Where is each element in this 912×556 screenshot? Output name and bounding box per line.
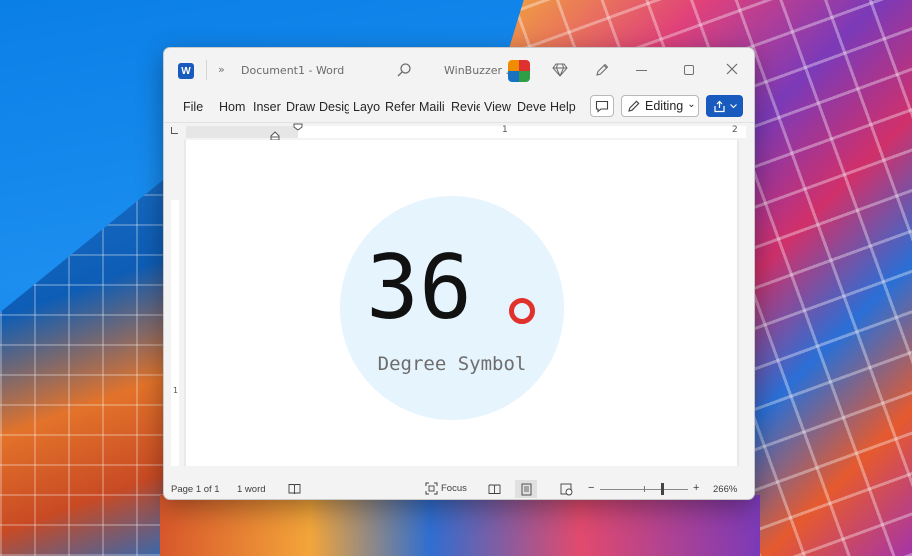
- zoom-slider-center-tick: [644, 486, 645, 492]
- zoom-slider-thumb[interactable]: [661, 483, 664, 495]
- share-button[interactable]: [706, 95, 743, 117]
- vertical-ruler[interactable]: 1: [164, 140, 184, 466]
- tab-home[interactable]: Hom: [219, 100, 249, 114]
- read-mode-button[interactable]: [483, 480, 505, 498]
- close-icon[interactable]: [724, 61, 740, 77]
- chevron-down-icon: ⌄: [687, 98, 696, 110]
- tab-selector-icon[interactable]: [171, 127, 178, 134]
- focus-label: Focus: [441, 483, 467, 494]
- tab-file[interactable]: File: [183, 100, 209, 114]
- tab-draw[interactable]: Draw: [286, 100, 316, 114]
- desktop-wallpaper-bottom: [160, 495, 760, 556]
- zoom-out-button[interactable]: −: [588, 482, 594, 494]
- pen-icon[interactable]: [594, 62, 610, 78]
- title-separator: [206, 60, 207, 80]
- editing-mode-label: Editing: [645, 99, 684, 113]
- quick-access-more-button[interactable]: »: [218, 63, 225, 76]
- ribbon-tabs: File Hom Inser Draw Desig Layo Refer Mai…: [164, 92, 754, 122]
- ruler-label: 2: [732, 125, 738, 135]
- zoom-in-button[interactable]: +: [693, 482, 699, 494]
- print-layout-icon: [521, 483, 531, 495]
- editing-mode-button[interactable]: Editing ⌄: [621, 95, 699, 117]
- vertical-scrollbar[interactable]: [741, 140, 754, 466]
- print-layout-button[interactable]: [515, 480, 537, 498]
- zoom-level[interactable]: 266%: [713, 484, 737, 495]
- ruler-margin: [186, 126, 298, 138]
- avatar[interactable]: [508, 60, 530, 82]
- document-title[interactable]: Document1 - Word: [241, 64, 344, 77]
- comment-icon: [595, 100, 609, 113]
- caption-text[interactable]: Degree Symbol: [350, 353, 554, 375]
- pencil-icon: [628, 100, 640, 112]
- word-window: W » Document1 - Word WinBuzzer . File Ho…: [163, 47, 755, 500]
- word-logo-icon: W: [178, 63, 194, 79]
- search-icon[interactable]: [396, 62, 412, 78]
- minimize-icon[interactable]: [636, 70, 647, 71]
- web-layout-icon: [560, 483, 572, 495]
- vertical-ruler-label: 1: [173, 386, 179, 395]
- tab-layout[interactable]: Layo: [353, 100, 382, 114]
- comments-button[interactable]: [590, 95, 614, 117]
- read-mode-icon: [488, 484, 500, 494]
- web-layout-button[interactable]: [555, 480, 577, 498]
- tab-developer[interactable]: Deve: [517, 100, 547, 114]
- degree-symbol-icon: [509, 298, 535, 324]
- tab-design[interactable]: Desig: [319, 100, 349, 114]
- tab-help[interactable]: Help: [550, 100, 580, 114]
- status-bar: Page 1 of 1 1 word Focus − + 266%: [164, 478, 754, 499]
- chevron-down-icon: [729, 103, 737, 108]
- tab-references[interactable]: Refer: [385, 100, 415, 114]
- focus-icon: [425, 482, 438, 495]
- account-name[interactable]: WinBuzzer .: [444, 64, 509, 77]
- word-count[interactable]: 1 word: [237, 484, 266, 495]
- title-bar: W » Document1 - Word WinBuzzer .: [164, 48, 754, 92]
- first-line-indent-icon[interactable]: [293, 123, 303, 131]
- diamond-icon[interactable]: [552, 62, 568, 78]
- tab-review[interactable]: Revie: [451, 100, 480, 114]
- page-count[interactable]: Page 1 of 1: [171, 484, 220, 495]
- tab-mailings[interactable]: Maili: [419, 100, 447, 114]
- ruler-label: 1: [502, 125, 508, 135]
- share-icon: [713, 100, 725, 112]
- tab-insert[interactable]: Inser: [253, 100, 283, 114]
- vertical-ruler-track: [171, 200, 179, 466]
- tab-view[interactable]: View: [484, 100, 514, 114]
- proofing-book-icon[interactable]: [288, 483, 301, 495]
- maximize-icon[interactable]: [684, 65, 694, 75]
- focus-mode-button[interactable]: Focus: [425, 482, 467, 495]
- horizontal-ruler[interactable]: 1 2: [164, 122, 754, 141]
